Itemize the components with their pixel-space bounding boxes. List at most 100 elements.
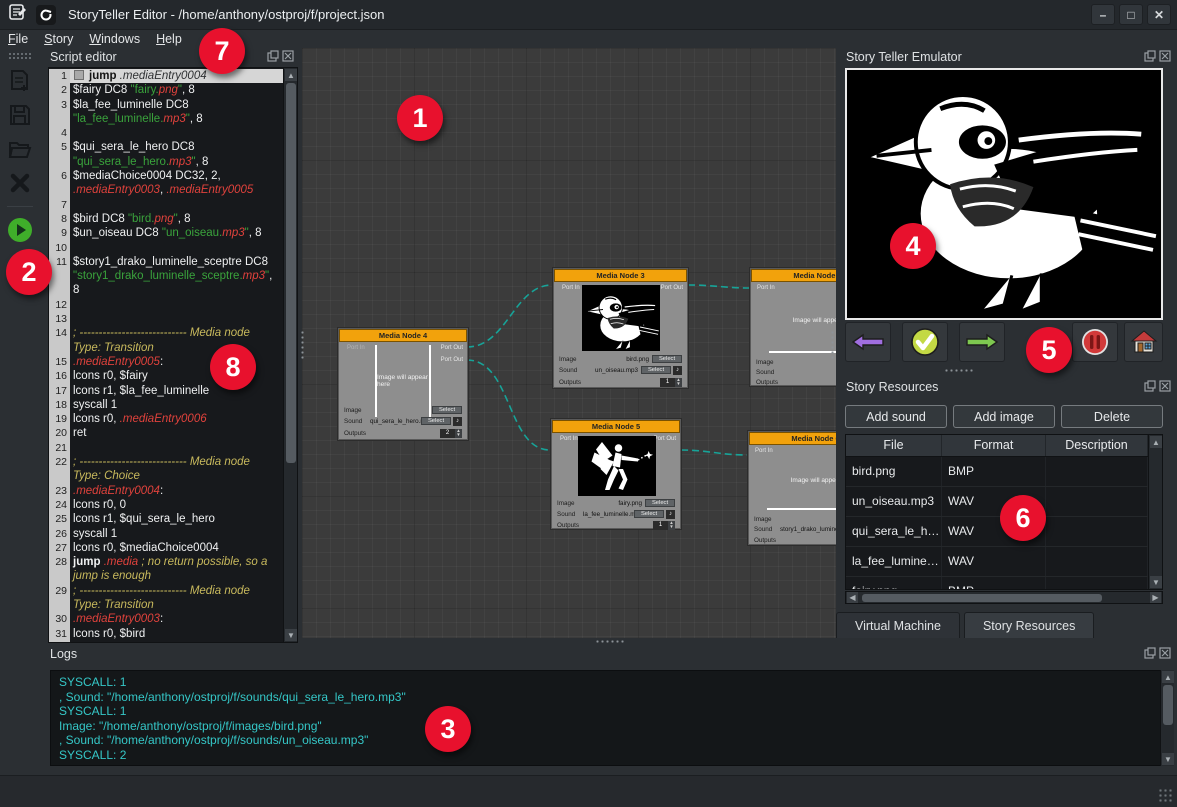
- close-panel-icon[interactable]: [1159, 50, 1171, 62]
- code-line[interactable]: 29; ---------------------------- Media n…: [49, 584, 283, 598]
- table-hscrollbar[interactable]: ◀ ▶: [845, 591, 1163, 604]
- code-line[interactable]: 2$fairy DC8 "fairy.png", 8: [49, 83, 283, 97]
- select-sound-button[interactable]: Select: [641, 366, 671, 374]
- run-button[interactable]: [5, 215, 35, 245]
- spinner-arrows[interactable]: ▲▼: [455, 429, 462, 438]
- select-sound-button[interactable]: Select: [421, 417, 451, 425]
- code-line[interactable]: 32lcons r1, $un_oiseau: [49, 641, 283, 643]
- col-description[interactable]: Description: [1046, 435, 1148, 456]
- code-line[interactable]: 8$bird DC8 "bird.png", 8: [49, 212, 283, 226]
- float-panel-icon[interactable]: [1144, 647, 1156, 659]
- menu-windows[interactable]: Windows: [81, 32, 148, 46]
- code-line[interactable]: 17lcons r1, $la_fee_luminelle: [49, 384, 283, 398]
- port-in[interactable]: Port In: [562, 285, 580, 291]
- close-panel-icon[interactable]: [1159, 380, 1171, 392]
- code-line[interactable]: 1jump .mediaEntry0004: [49, 69, 283, 83]
- speaker-icon[interactable]: ♪: [666, 510, 675, 519]
- emulator-back-button[interactable]: [845, 322, 891, 362]
- cut-button[interactable]: [5, 168, 35, 198]
- code-line[interactable]: 8: [49, 283, 283, 297]
- media-node-2-title[interactable]: Media Node 2: [751, 269, 836, 282]
- code-line[interactable]: 12: [49, 298, 283, 312]
- code-line[interactable]: Type: Transition: [49, 598, 283, 612]
- media-node-5[interactable]: Media Node 5 Port In Port Out Image fair…: [551, 419, 681, 529]
- select-image-button[interactable]: Select: [645, 499, 675, 507]
- col-format[interactable]: Format: [942, 435, 1046, 456]
- code-line[interactable]: 7: [49, 198, 283, 212]
- maximize-button[interactable]: □: [1119, 4, 1143, 25]
- media-node-2[interactable]: Media Node 2 Port In Image will appear h…: [750, 268, 836, 386]
- menu-help[interactable]: Help: [148, 32, 190, 46]
- code-line[interactable]: 25lcons r1, $qui_sera_le_hero: [49, 512, 283, 526]
- port-out[interactable]: Port Out: [661, 285, 683, 291]
- scroll-up-icon[interactable]: ▲: [285, 69, 297, 81]
- emulator-home-button[interactable]: [1124, 322, 1163, 362]
- port-out-2[interactable]: Port Out: [441, 357, 463, 363]
- minimize-button[interactable]: –: [1091, 4, 1115, 25]
- code-line[interactable]: 24lcons r0, 0: [49, 498, 283, 512]
- menu-file[interactable]: File: [0, 32, 36, 46]
- col-file[interactable]: File: [846, 435, 942, 456]
- splitter-handle-left[interactable]: [300, 330, 306, 360]
- table-row[interactable]: un_oiseau.mp3WAV: [846, 487, 1148, 517]
- code-line[interactable]: 11$story1_drako_luminelle_sceptre DC8: [49, 255, 283, 269]
- node-graph-canvas[interactable]: Media Node 4 Port In Port Out Port Out I…: [302, 48, 836, 638]
- code-editor[interactable]: 1jump .mediaEntry00042$fairy DC8 "fairy.…: [48, 67, 298, 643]
- log-output[interactable]: SYSCALL: 1, Sound: "/home/anthony/ostpro…: [50, 670, 1162, 766]
- save-button[interactable]: [5, 100, 35, 130]
- scroll-thumb[interactable]: [862, 594, 1102, 602]
- logs-scrollbar[interactable]: ▲ ▼: [1160, 670, 1174, 766]
- code-line[interactable]: 26syscall 1: [49, 527, 283, 541]
- code-line[interactable]: 19lcons r0, .mediaEntry0006: [49, 412, 283, 426]
- code-line[interactable]: 28jump .media ; no return possible, so a: [49, 555, 283, 569]
- table-row[interactable]: bird.pngBMP: [846, 457, 1148, 487]
- media-node-5-title[interactable]: Media Node 5: [552, 420, 680, 433]
- code-line[interactable]: 30.mediaEntry0003:: [49, 612, 283, 626]
- script-editor-scrollbar[interactable]: ▲ ▼: [283, 68, 297, 642]
- select-image-button[interactable]: Select: [652, 355, 682, 363]
- new-document-button[interactable]: [5, 66, 35, 96]
- scroll-up-icon[interactable]: ▲: [1150, 436, 1162, 448]
- code-line[interactable]: 21: [49, 441, 283, 455]
- media-node-4-title[interactable]: Media Node 4: [339, 329, 467, 342]
- float-panel-icon[interactable]: [1144, 380, 1156, 392]
- add-sound-button[interactable]: Add sound: [845, 405, 947, 428]
- outputs-value[interactable]: 2: [440, 429, 455, 438]
- code-line[interactable]: 9$un_oiseau DC8 "un_oiseau.mp3", 8: [49, 226, 283, 240]
- code-line[interactable]: 31lcons r0, $bird: [49, 627, 283, 641]
- code-line[interactable]: 23.mediaEntry0004:: [49, 484, 283, 498]
- scroll-down-icon[interactable]: ▼: [1162, 753, 1174, 765]
- close-panel-icon[interactable]: [282, 50, 294, 62]
- dock-handle[interactable]: [944, 368, 974, 374]
- port-out-1[interactable]: Port Out: [441, 345, 463, 351]
- speaker-icon[interactable]: ♪: [673, 366, 682, 375]
- code-line[interactable]: 20ret: [49, 426, 283, 440]
- toolbar-drag-handle[interactable]: [8, 52, 32, 60]
- add-image-button[interactable]: Add image: [953, 405, 1055, 428]
- emulator-ok-button[interactable]: [902, 322, 948, 362]
- tab-virtual-machine[interactable]: Virtual Machine: [836, 612, 960, 638]
- open-project-button[interactable]: [5, 134, 35, 164]
- code-line[interactable]: 22; ---------------------------- Media n…: [49, 455, 283, 469]
- float-panel-icon[interactable]: [1144, 50, 1156, 62]
- scroll-thumb[interactable]: [1163, 685, 1173, 725]
- port-out[interactable]: Port Out: [654, 436, 676, 442]
- code-line[interactable]: 5$qui_sera_le_hero DC8: [49, 140, 283, 154]
- select-sound-button[interactable]: Select: [634, 510, 664, 518]
- outputs-value[interactable]: 1: [660, 378, 675, 387]
- menu-story[interactable]: Story: [36, 32, 81, 46]
- spinner-arrows[interactable]: ▲▼: [668, 521, 675, 530]
- scroll-up-icon[interactable]: ▲: [1162, 671, 1174, 683]
- media-node-3-title[interactable]: Media Node 3: [554, 269, 687, 282]
- code-line[interactable]: 6$mediaChoice0004 DC32, 2,: [49, 169, 283, 183]
- table-row[interactable]: fairy.pngBMP: [846, 577, 1148, 590]
- code-line[interactable]: "story1_drako_luminelle_sceptre.mp3",: [49, 269, 283, 283]
- port-in[interactable]: Port In: [347, 345, 365, 351]
- code-line[interactable]: jump is enough: [49, 569, 283, 583]
- code-line[interactable]: 10: [49, 241, 283, 255]
- scroll-thumb[interactable]: [286, 83, 296, 463]
- scroll-left-icon[interactable]: ◀: [847, 592, 858, 603]
- delete-button[interactable]: Delete: [1061, 405, 1163, 428]
- spinner-arrows[interactable]: ▲▼: [675, 378, 682, 387]
- scroll-down-icon[interactable]: ▼: [1150, 576, 1162, 588]
